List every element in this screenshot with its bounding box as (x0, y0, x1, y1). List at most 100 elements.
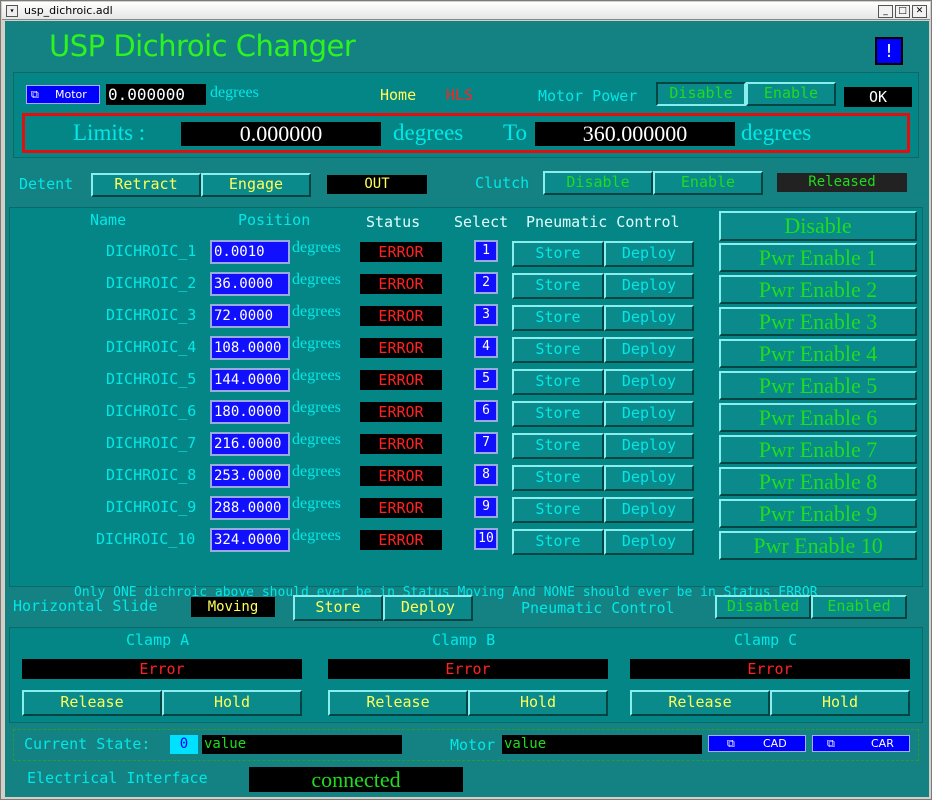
dichroic-select-button[interactable]: 1 (474, 240, 498, 262)
clamp-title: Clamp C (734, 631, 798, 649)
pwr-enable-button[interactable]: Pwr Enable 3 (719, 307, 917, 336)
dichroic-store-button[interactable]: Store (512, 401, 604, 427)
dichroic-deploy-button[interactable]: Deploy (604, 241, 694, 267)
dichroic-position-units: degrees (292, 271, 341, 288)
dichroic-store-button[interactable]: Store (512, 497, 604, 523)
dichroic-name: DICHROIC_5 (106, 370, 197, 388)
dichroic-select-button[interactable]: 9 (474, 496, 498, 518)
close-icon[interactable]: ✕ (912, 5, 927, 18)
clamp-hold-button[interactable]: Hold (770, 690, 910, 716)
motor-power-disable-button[interactable]: Disable (656, 82, 746, 106)
dichroic-position-input[interactable]: 72.0000 (210, 304, 290, 328)
maximize-icon[interactable]: □ (895, 5, 910, 18)
motor-position-readback: 0.000000 (106, 84, 206, 105)
detent-engage-button[interactable]: Engage (201, 173, 311, 197)
detent-label: Detent (19, 175, 74, 193)
title-bar[interactable]: ▾ usp_dichroic.adl _ □ ✕ (2, 2, 930, 20)
pwr-enable-button[interactable]: Pwr Enable 5 (719, 371, 917, 400)
slide-disabled-button[interactable]: Disabled (715, 595, 811, 619)
current-state-label: Current State: (24, 735, 151, 753)
dichroic-position-input[interactable]: 0.0010 (210, 240, 290, 264)
dichroic-select-button[interactable]: 7 (474, 432, 498, 454)
dichroic-select-button[interactable]: 4 (474, 336, 498, 358)
limit-high-value: 360.000000 (535, 122, 735, 146)
dichroic-select-button[interactable]: 10 (474, 528, 498, 550)
motor-power-enable-button[interactable]: Enable (746, 82, 836, 106)
clutch-enable-button[interactable]: Enable (653, 171, 763, 195)
dichroic-deploy-button[interactable]: Deploy (604, 337, 694, 363)
pwr-enable-button[interactable]: Pwr Enable 4 (719, 339, 917, 368)
slide-deploy-button[interactable]: Deploy (383, 595, 473, 621)
help-button[interactable]: ! (875, 37, 903, 65)
clamp-title: Clamp B (432, 631, 496, 649)
clamp-release-button[interactable]: Release (630, 690, 770, 716)
slide-enabled-button[interactable]: Enabled (811, 595, 907, 619)
pwr-enable-button[interactable]: Pwr Enable 8 (719, 467, 917, 496)
clamp-release-button[interactable]: Release (22, 690, 162, 716)
dichroic-position-input[interactable]: 180.0000 (210, 400, 290, 424)
pwr-enable-button[interactable]: Pwr Enable 1 (719, 243, 917, 272)
dichroic-deploy-button[interactable]: Deploy (604, 465, 694, 491)
dichroic-deploy-button[interactable]: Deploy (604, 433, 694, 459)
dichroic-store-button[interactable]: Store (512, 337, 604, 363)
dichroic-position-units: degrees (292, 463, 341, 480)
home-label: Home (380, 86, 417, 104)
dichroic-select-button[interactable]: 5 (474, 368, 498, 390)
dichroic-select-button[interactable]: 2 (474, 272, 498, 294)
dichroic-position-input[interactable]: 36.0000 (210, 272, 290, 296)
dichroic-status: ERROR (360, 274, 442, 294)
slide-pneumatic-label: Pneumatic Control (521, 599, 675, 617)
pwr-disable-button[interactable]: Disable (719, 211, 917, 241)
dichroic-status: ERROR (360, 498, 442, 518)
window-title: usp_dichroic.adl (24, 4, 113, 17)
cad-related-display-button[interactable]: ⧉ CAD (708, 735, 806, 752)
dichroic-deploy-button[interactable]: Deploy (604, 497, 694, 523)
car-related-display-button[interactable]: ⧉ CAR (812, 735, 910, 752)
pwr-enable-button[interactable]: Pwr Enable 2 (719, 275, 917, 304)
dichroic-deploy-button[interactable]: Deploy (604, 273, 694, 299)
dichroic-select-button[interactable]: 6 (474, 400, 498, 422)
dichroic-position-input[interactable]: 144.0000 (210, 368, 290, 392)
hls-indicator: HLS (446, 86, 474, 104)
medm-screen: USP Dichroic Changer ! ⧉ Motor 0.000000 … (5, 21, 929, 797)
clamp-hold-button[interactable]: Hold (468, 690, 608, 716)
dichroic-store-button[interactable]: Store (512, 305, 604, 331)
limit-low-units: degrees (393, 120, 464, 145)
dichroic-select-button[interactable]: 8 (474, 464, 498, 486)
motor-related-display-button[interactable]: ⧉ Motor (26, 85, 100, 104)
pwr-enable-button[interactable]: Pwr Enable 9 (719, 499, 917, 528)
dichroic-status: ERROR (360, 434, 442, 454)
dichroic-position-input[interactable]: 324.0000 (210, 528, 290, 552)
clamp-hold-button[interactable]: Hold (162, 690, 302, 716)
dichroic-position-units: degrees (292, 303, 341, 320)
dichroic-store-button[interactable]: Store (512, 369, 604, 395)
dichroic-store-button[interactable]: Store (512, 273, 604, 299)
pwr-enable-button[interactable]: Pwr Enable 10 (719, 531, 917, 560)
dichroic-store-button[interactable]: Store (512, 529, 604, 555)
dichroic-position-input[interactable]: 288.0000 (210, 496, 290, 520)
pwr-enable-button[interactable]: Pwr Enable 6 (719, 403, 917, 432)
col-header-select: Select (454, 213, 509, 231)
clutch-disable-button[interactable]: Disable (543, 171, 653, 195)
dichroic-deploy-button[interactable]: Deploy (604, 305, 694, 331)
dichroic-store-button[interactable]: Store (512, 465, 604, 491)
dichroic-select-button[interactable]: 3 (474, 304, 498, 326)
dichroic-deploy-button[interactable]: Deploy (604, 401, 694, 427)
dichroic-name: DICHROIC_10 (96, 530, 196, 548)
pwr-enable-button[interactable]: Pwr Enable 7 (719, 435, 917, 464)
dichroic-name: DICHROIC_9 (106, 498, 197, 516)
dichroic-position-input[interactable]: 253.0000 (210, 464, 290, 488)
dichroic-store-button[interactable]: Store (512, 241, 604, 267)
dichroic-position-units: degrees (292, 431, 341, 448)
cad-label: CAD (763, 737, 787, 750)
clamp-release-button[interactable]: Release (328, 690, 468, 716)
dichroic-store-button[interactable]: Store (512, 433, 604, 459)
dichroic-position-input[interactable]: 216.0000 (210, 432, 290, 456)
detent-retract-button[interactable]: Retract (91, 173, 201, 197)
minimize-icon[interactable]: _ (878, 5, 893, 18)
window-menu-icon[interactable]: ▾ (6, 5, 18, 17)
dichroic-position-input[interactable]: 108.0000 (210, 336, 290, 360)
dichroic-deploy-button[interactable]: Deploy (604, 529, 694, 555)
slide-store-button[interactable]: Store (293, 595, 383, 621)
dichroic-deploy-button[interactable]: Deploy (604, 369, 694, 395)
